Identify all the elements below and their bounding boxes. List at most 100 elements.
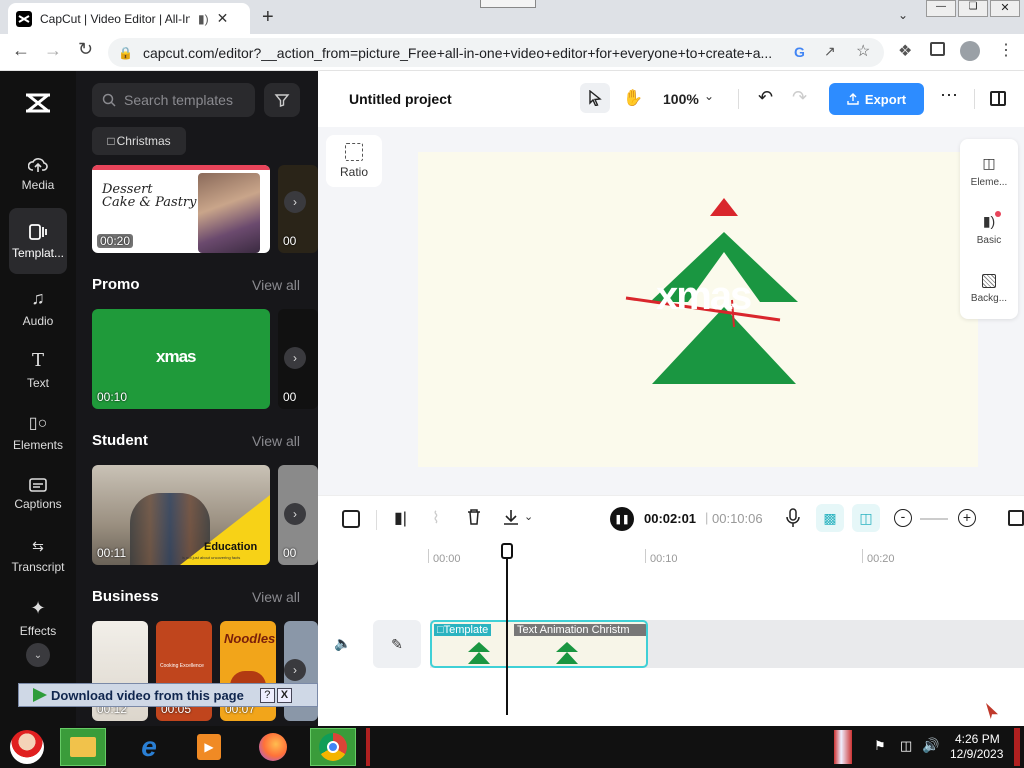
show-desktop-button[interactable] <box>1014 728 1020 766</box>
clock-time[interactable]: 4:26 PM <box>955 732 1000 746</box>
rail-item-effects[interactable]: ✦ Effects <box>9 587 67 649</box>
start-button[interactable] <box>4 728 50 766</box>
video-clip[interactable]: □Template Text Animation Christm <box>430 620 648 668</box>
close-window-icon[interactable]: ✕ <box>990 0 1020 17</box>
undo-icon[interactable]: ↶ <box>758 87 773 108</box>
crop-icon[interactable]: ⌇ <box>432 508 440 528</box>
address-bar[interactable]: 🔒 capcut.com/editor?__action_from=pictur… <box>108 38 884 67</box>
playhead-handle[interactable] <box>501 543 513 559</box>
template-card-dessert[interactable]: Dessert Cake & Pastry 00:20 <box>92 165 270 253</box>
taskbar-firefox[interactable] <box>250 728 296 766</box>
rail-label: Effects <box>19 624 57 638</box>
split-icon[interactable]: ▮| <box>394 508 407 528</box>
zoom-chevron-down-icon[interactable]: ⌄ <box>704 89 714 103</box>
playhead[interactable] <box>501 543 513 715</box>
add-to-timeline-icon[interactable] <box>342 510 360 528</box>
zoom-in-icon[interactable]: + <box>958 509 976 527</box>
minimize-icon[interactable]: — <box>926 0 956 17</box>
search-placeholder: Search templates <box>124 92 233 108</box>
browser-tab[interactable]: CapCut | Video Editor | All-In ▮) ✕ <box>8 3 250 34</box>
cover-edit-button[interactable]: ✎ <box>373 620 421 668</box>
zoom-out-icon[interactable]: - <box>894 509 912 527</box>
clock-date[interactable]: 12/9/2023 <box>950 747 1003 761</box>
zoom-slider[interactable] <box>920 518 948 520</box>
new-tab-icon[interactable]: + <box>262 6 274 29</box>
carousel-next-button[interactable]: › <box>284 503 306 525</box>
back-icon[interactable]: ← <box>12 40 30 61</box>
taskbar-chrome[interactable] <box>310 728 356 766</box>
hand-tool-button[interactable]: ✋ <box>618 83 648 113</box>
bookmark-star-icon[interactable]: ☆ <box>856 41 870 61</box>
carousel-next-button[interactable]: › <box>284 347 306 369</box>
linkage-button[interactable]: ◫ <box>852 504 880 532</box>
search-templates-input[interactable]: Search templates <box>92 83 255 117</box>
delete-icon[interactable] <box>466 508 482 526</box>
carousel-next-button[interactable]: › <box>284 659 306 681</box>
view-all-business[interactable]: View all <box>252 589 300 605</box>
extensions-icon[interactable]: ❖ <box>898 41 912 61</box>
xmas-thumb-text: xmas <box>156 347 196 366</box>
zoom-level[interactable]: 100% <box>663 91 699 107</box>
share-icon[interactable]: ↗ <box>824 43 836 60</box>
microphone-icon[interactable] <box>786 508 800 528</box>
restore-icon[interactable]: ❏ <box>958 0 988 17</box>
network-warning-icon[interactable]: ⚑ <box>874 738 886 754</box>
ratio-button[interactable]: Ratio <box>326 135 382 187</box>
google-icon[interactable]: G <box>794 44 805 60</box>
browser-menu-icon[interactable]: ⋮ <box>998 40 1014 60</box>
project-title[interactable]: Untitled project <box>349 91 452 107</box>
template-card-education[interactable]: Education is not just about uncovering f… <box>92 465 270 565</box>
tab-search-icon[interactable]: ⌄ <box>898 8 908 22</box>
download-chevron-down-icon[interactable]: ⌄ <box>524 510 533 523</box>
right-panel-basic[interactable]: ▮) Basic <box>960 203 1018 255</box>
tab-audio-icon[interactable]: ▮) <box>198 12 209 26</box>
download-icon[interactable] <box>502 508 520 526</box>
filter-button[interactable] <box>264 83 300 117</box>
download-video-bar[interactable]: Download video from this page ? X <box>18 683 318 707</box>
rail-item-media[interactable]: Media <box>9 143 67 205</box>
rail-item-templates[interactable]: Templat... <box>9 208 67 274</box>
total-time: 00:10:06 <box>712 511 763 526</box>
tab-close-icon[interactable]: ✕ <box>217 10 229 27</box>
rail-item-text[interactable]: T Text <box>9 339 67 401</box>
reload-icon[interactable]: ↻ <box>78 39 93 60</box>
video-canvas[interactable]: xmas <box>418 152 978 467</box>
close-bar-icon[interactable]: X <box>276 687 292 703</box>
rail-item-audio[interactable]: ♫ Audio <box>9 277 67 339</box>
carousel-next-button[interactable]: › <box>284 191 306 213</box>
rail-item-captions[interactable]: Captions <box>9 463 67 525</box>
transcript-icon: ⇆ <box>32 538 44 554</box>
rail-item-transcript[interactable]: ⇆ Transcript <box>9 525 67 587</box>
capcut-logo[interactable] <box>24 91 52 115</box>
layout-toggle-icon[interactable] <box>990 91 1006 106</box>
side-panel-icon[interactable] <box>930 42 945 56</box>
select-tool-button[interactable] <box>580 83 610 113</box>
taskbar-file-explorer[interactable] <box>60 728 106 766</box>
timeline-ruler[interactable]: 00:00 00:10 00:20 <box>318 543 1024 583</box>
redo-icon[interactable]: ↷ <box>792 87 807 108</box>
action-center-icon[interactable]: ◫ <box>900 738 912 754</box>
export-button[interactable]: Export <box>829 83 924 115</box>
right-panel-label: Eleme... <box>970 176 1008 188</box>
more-options-icon[interactable]: ⋯ <box>940 85 959 106</box>
auto-snap-button[interactable]: ▩ <box>816 504 844 532</box>
pause-button[interactable]: ❚❚ <box>610 507 634 531</box>
track-volume-icon[interactable]: 🔈 <box>334 635 351 652</box>
right-panel-background[interactable]: Backg... <box>960 263 1018 315</box>
view-all-promo[interactable]: View all <box>252 277 300 293</box>
taskbar-internet-explorer[interactable]: e <box>126 728 172 766</box>
christmas-tag-chip[interactable]: □ Christmas <box>92 127 186 155</box>
rail-more-button[interactable]: ⌄ <box>26 643 50 667</box>
volume-icon[interactable]: 🔊 <box>922 737 939 754</box>
forward-icon[interactable]: → <box>44 40 62 61</box>
snap-icon: ▩ <box>823 509 837 526</box>
right-panel-elements[interactable]: ◫ Eleme... <box>960 145 1018 197</box>
fit-screen-icon[interactable] <box>1008 510 1024 526</box>
template-card-xmas[interactable]: xmas 00:10 <box>92 309 270 409</box>
view-all-student[interactable]: View all <box>252 433 300 449</box>
show-hidden-icons[interactable] <box>834 730 852 764</box>
help-icon[interactable]: ? <box>259 687 275 703</box>
profile-avatar[interactable] <box>960 41 980 61</box>
taskbar-media-player[interactable]: ▶ <box>186 728 232 766</box>
rail-item-elements[interactable]: ▯○ Elements <box>9 401 67 463</box>
